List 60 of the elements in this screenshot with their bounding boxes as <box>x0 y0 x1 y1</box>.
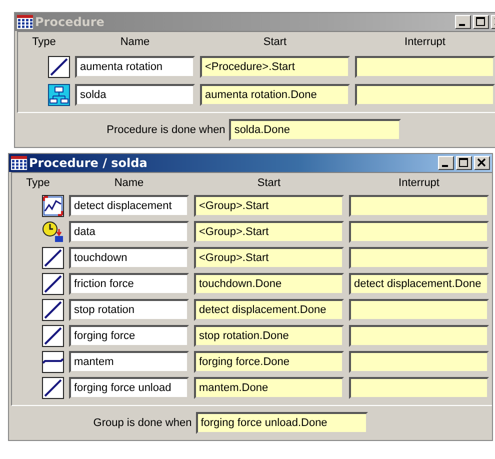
minimize-icon[interactable] <box>438 156 454 170</box>
minimize-icon[interactable] <box>455 15 471 29</box>
interrupt-field[interactable] <box>355 56 495 78</box>
window-title: Procedure <box>35 15 106 29</box>
interrupt-field[interactable]: detect displacement.Done <box>349 273 489 295</box>
grid-icon <box>11 156 27 170</box>
start-field[interactable]: touchdown.Done <box>194 273 344 295</box>
interrupt-field[interactable] <box>349 377 489 399</box>
start-field[interactable]: mantem.Done <box>194 377 344 399</box>
name-field[interactable]: touchdown <box>69 247 189 269</box>
graph-icon <box>42 195 64 217</box>
name-field[interactable]: solda <box>75 84 195 106</box>
name-field[interactable]: data <box>69 221 189 243</box>
ramp-icon <box>42 247 64 269</box>
column-header: Type <box>25 177 51 189</box>
name-field[interactable]: stop rotation <box>69 299 189 321</box>
start-field[interactable]: <Procedure>.Start <box>200 56 350 78</box>
interrupt-field[interactable] <box>349 325 489 347</box>
column-header: Start <box>256 177 282 189</box>
start-field[interactable]: <Group>.Start <box>194 247 344 269</box>
interrupt-field[interactable] <box>349 299 489 321</box>
start-field[interactable]: aumenta rotation.Done <box>200 84 350 106</box>
ramp-icon <box>48 56 70 78</box>
column-header: Interrupt <box>398 177 440 189</box>
column-header: Name <box>119 36 151 48</box>
name-field[interactable]: forging force <box>69 325 189 347</box>
ramp-icon <box>42 273 64 295</box>
column-header: Start <box>262 36 288 48</box>
name-field[interactable]: aumenta rotation <box>75 56 195 78</box>
name-field[interactable]: friction force <box>69 273 189 295</box>
start-field[interactable]: detect displacement.Done <box>194 299 344 321</box>
interrupt-field[interactable] <box>355 84 495 106</box>
start-field[interactable]: <Group>.Start <box>194 195 344 217</box>
name-field[interactable]: detect displacement <box>69 195 189 217</box>
column-header: Type <box>31 36 57 48</box>
maximize-icon[interactable] <box>473 15 489 29</box>
maximize-icon[interactable] <box>456 156 472 170</box>
interrupt-field[interactable] <box>349 195 489 217</box>
interrupt-field[interactable] <box>349 247 489 269</box>
column-header: Name <box>113 177 145 189</box>
grid-icon <box>17 15 33 29</box>
start-field[interactable]: <Group>.Start <box>194 221 344 243</box>
interrupt-field[interactable] <box>349 351 489 373</box>
done-field[interactable]: forging force unload.Done <box>196 412 368 434</box>
hierarchy-icon <box>48 84 70 106</box>
name-field[interactable]: forging force unload <box>69 377 189 399</box>
ramp-icon <box>42 325 64 347</box>
column-header: Interrupt <box>404 36 446 48</box>
start-field[interactable]: stop rotation.Done <box>194 325 344 347</box>
name-field[interactable]: mantem <box>69 351 189 373</box>
done-field[interactable]: solda.Done <box>229 119 402 141</box>
ramp-icon <box>42 299 64 321</box>
done-label: Procedure is done when <box>106 124 226 136</box>
interrupt-field[interactable] <box>349 221 489 243</box>
clock-icon <box>42 221 64 243</box>
done-label: Group is done when <box>93 417 192 429</box>
ramp-icon <box>42 377 64 399</box>
close-icon[interactable] <box>474 156 490 170</box>
window-title: Procedure / solda <box>29 156 148 170</box>
start-field[interactable]: forging force.Done <box>194 351 344 373</box>
